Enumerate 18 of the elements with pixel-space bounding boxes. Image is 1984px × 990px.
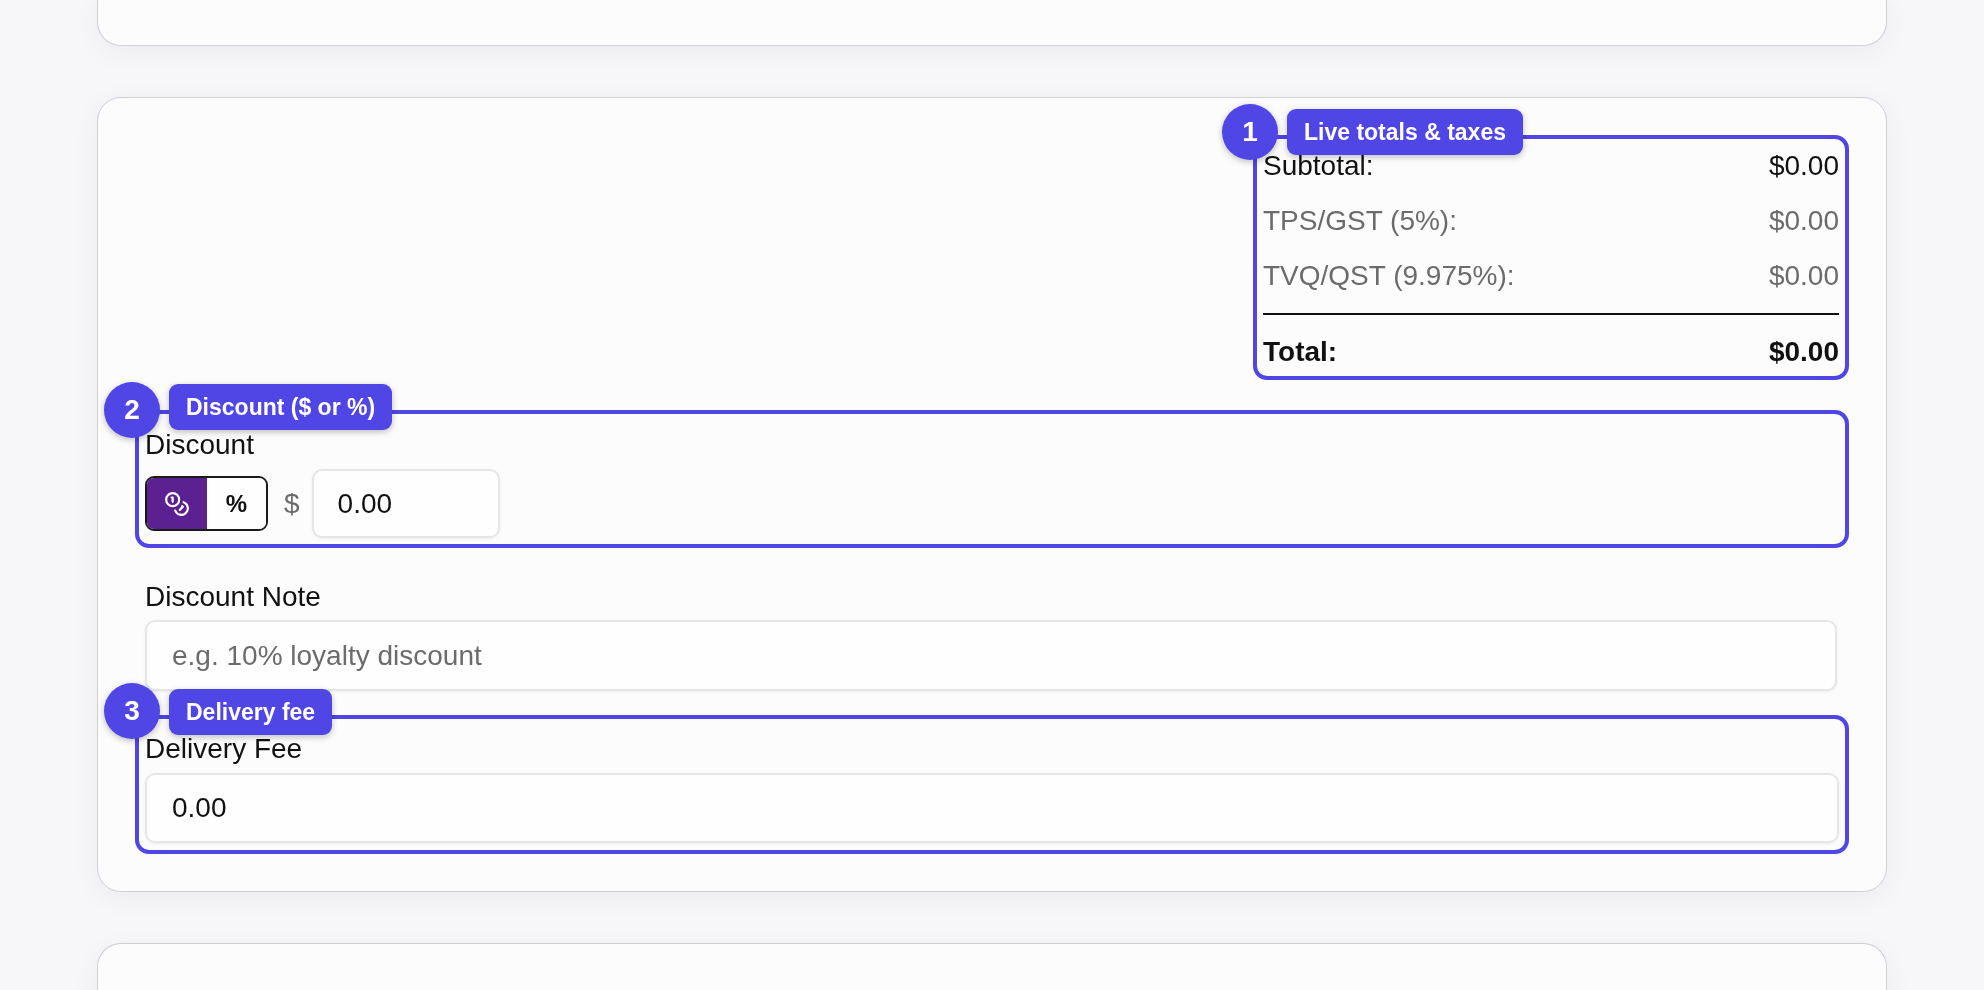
total-amount: $0.00 — [1768, 204, 1839, 238]
total-amount: $0.00 — [1768, 335, 1839, 369]
coins-icon — [164, 490, 190, 517]
step-number-marker: 3 — [104, 683, 160, 739]
delivery-fee-field[interactable]: 0.00 — [145, 773, 1839, 843]
total-label: TVQ/QST (9.975%): — [1263, 259, 1515, 293]
total-label: Total: — [1263, 335, 1338, 369]
total-amount: $0.00 — [1768, 259, 1839, 293]
total-label: TPS/GST (5%): — [1263, 204, 1457, 238]
currency-symbol: $ — [284, 486, 300, 521]
discount-amount-field[interactable]: 0.00 — [311, 469, 500, 538]
field-label: Discount Note — [145, 580, 321, 614]
toggle-option[interactable] — [147, 478, 207, 529]
total-amount: $0.00 — [1768, 149, 1839, 183]
callout-label: Live totals & taxes — [1287, 109, 1523, 155]
callout-label: Discount ($ or %) — [169, 384, 393, 430]
callout-label: Delivery fee — [169, 689, 333, 735]
discount-note-field[interactable]: e.g. 10% loyalty discount — [145, 620, 1837, 691]
